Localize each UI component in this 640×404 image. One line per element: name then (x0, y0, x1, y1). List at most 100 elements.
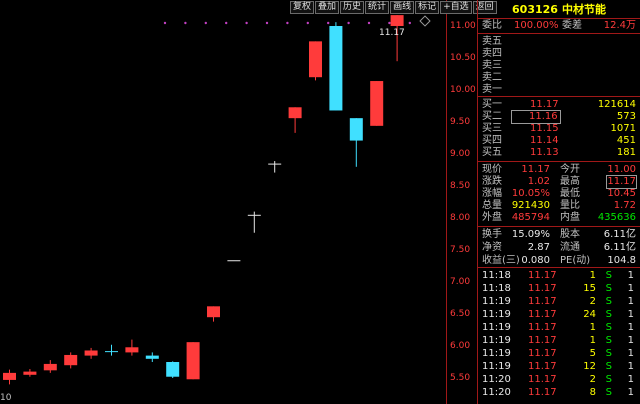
draw-line-button[interactable]: 画线 (390, 1, 415, 14)
tick-count: 1 (627, 296, 634, 307)
stat-value: 10.45 (607, 188, 636, 199)
stat-row: 总量 921430 量比 1.72 (482, 200, 638, 212)
limit-marker (163, 21, 167, 25)
tick-row[interactable]: 11:20 11.17 2 S 1 (482, 374, 638, 386)
stat-value: 1.72 (613, 200, 636, 211)
stat-label: 最高 (560, 176, 580, 187)
overlay-button[interactable]: 叠加 (315, 1, 340, 14)
divider (478, 161, 640, 162)
tick-time: 11:20 (482, 374, 511, 385)
buy-volume: 573 (616, 111, 636, 122)
tick-count: 1 (627, 387, 634, 398)
tick-row[interactable]: 11:19 11.17 2 S 1 (482, 296, 638, 308)
candlestick-chart[interactable] (0, 0, 446, 404)
stock-title: 603126 中材节能 (478, 0, 640, 18)
candle-body (23, 371, 37, 375)
tick-volume: 12 (583, 361, 596, 372)
buy-row: 买一 11.17 121614 (482, 99, 638, 111)
tick-count: 1 (627, 374, 634, 385)
buy-level-label: 买一 (482, 99, 502, 110)
buy-volume: 1071 (610, 123, 636, 134)
tick-row[interactable]: 11:19 11.17 5 S 1 (482, 348, 638, 360)
stat-row: 外盘 485794 内盘 435636 (482, 212, 638, 224)
tick-price: 11.17 (528, 374, 557, 385)
tick-volume: 2 (589, 296, 596, 307)
restore-rights-button[interactable]: 复权 (290, 1, 315, 14)
statistics-button[interactable]: 统计 (365, 1, 390, 14)
stat-label: 内盘 (560, 212, 580, 223)
tick-time: 11:19 (482, 361, 511, 372)
limit-marker (245, 21, 248, 25)
tick-time: 11:19 (482, 322, 511, 333)
tick-side: S (605, 335, 612, 346)
tick-price: 11.17 (528, 309, 557, 320)
candle-body (268, 163, 282, 165)
chart-toolbar: 复权 叠加 历史 统计 画线 标记 +自选 返回 (290, 1, 497, 14)
candle-body (207, 306, 220, 318)
buy-volume: 121614 (597, 99, 636, 110)
tick-price: 11.17 (528, 322, 557, 333)
tick-count: 1 (627, 270, 634, 281)
price-tick-label: 6.00 (450, 341, 471, 351)
stat-label: 涨幅 (482, 188, 502, 199)
tick-row[interactable]: 11:18 11.17 15 S 1 (482, 283, 638, 295)
buy-level-label: 买五 (482, 147, 502, 158)
tick-price: 11.17 (528, 270, 557, 281)
weibi-row: 委比 100.00% 委差 12.4万 (482, 20, 638, 32)
limit-marker (408, 21, 411, 25)
buy-row: 买三 11.15 1071 (482, 123, 638, 135)
tick-row[interactable]: 11:19 11.17 1 S 1 (482, 322, 638, 334)
stat-label: 今开 (560, 164, 580, 175)
tick-time: 11:19 (482, 296, 511, 307)
chart-axis-divider (446, 0, 447, 404)
buy-price: 11.16 (511, 110, 561, 124)
candle-body (349, 118, 363, 141)
tick-row[interactable]: 11:19 11.17 1 S 1 (482, 335, 638, 347)
tick-side: S (605, 374, 612, 385)
price-tick-label: 10.00 (450, 85, 476, 95)
sell-level-label: 卖五 (482, 36, 502, 47)
divider (478, 33, 640, 34)
tick-price: 11.17 (528, 283, 557, 294)
price-tick-label: 9.00 (450, 149, 471, 159)
candle-body (247, 214, 261, 216)
stat-value: 10.05% (511, 188, 550, 199)
buy-level-label: 买二 (482, 111, 502, 122)
candle-body (84, 350, 98, 356)
stat-label: 涨跌 (482, 176, 502, 187)
limit-marker (306, 21, 309, 25)
limit-marker (347, 21, 350, 25)
tick-row[interactable]: 11:20 11.17 8 S 1 (482, 387, 638, 399)
tick-row[interactable]: 11:18 11.17 1 S 1 (482, 270, 638, 282)
last-price-label: 11.17 (379, 28, 405, 38)
history-button[interactable]: 历史 (340, 1, 365, 14)
fund-value: 6.11亿 (603, 242, 636, 253)
mark-button[interactable]: 标记 (415, 1, 440, 14)
candle-body (227, 260, 241, 262)
stat-value: 1.02 (527, 176, 550, 187)
buy-row: 买四 11.14 451 (482, 135, 638, 147)
weicha-value: 12.4万 (603, 20, 636, 31)
tick-price: 11.17 (528, 296, 557, 307)
tick-row[interactable]: 11:19 11.17 24 S 1 (482, 309, 638, 321)
tick-row[interactable]: 11:19 11.17 12 S 1 (482, 361, 638, 373)
price-tick-label: 11.00 (450, 21, 476, 31)
buy-row: 买二 11.16 573 (482, 110, 638, 124)
limit-marker (327, 21, 330, 25)
buy-row: 买五 11.13 181 (482, 147, 638, 159)
price-tick-label: 7.00 (450, 277, 471, 287)
tick-price: 11.17 (528, 387, 557, 398)
chart-canvas[interactable] (0, 0, 446, 404)
divider (478, 267, 640, 268)
stat-value: 485794 (511, 212, 550, 223)
limit-marker (184, 21, 187, 25)
price-tick-label: 10.50 (450, 53, 476, 63)
candle-body (370, 81, 384, 126)
add-watchlist-button[interactable]: +自选 (440, 1, 472, 14)
stat-label: 外盘 (482, 212, 502, 223)
sell-row: 卖三 (482, 60, 638, 72)
stat-label: 量比 (560, 200, 580, 211)
fund-label: 换手 (482, 229, 502, 240)
price-tick-label: 8.50 (450, 181, 471, 191)
candle-body (390, 15, 404, 26)
